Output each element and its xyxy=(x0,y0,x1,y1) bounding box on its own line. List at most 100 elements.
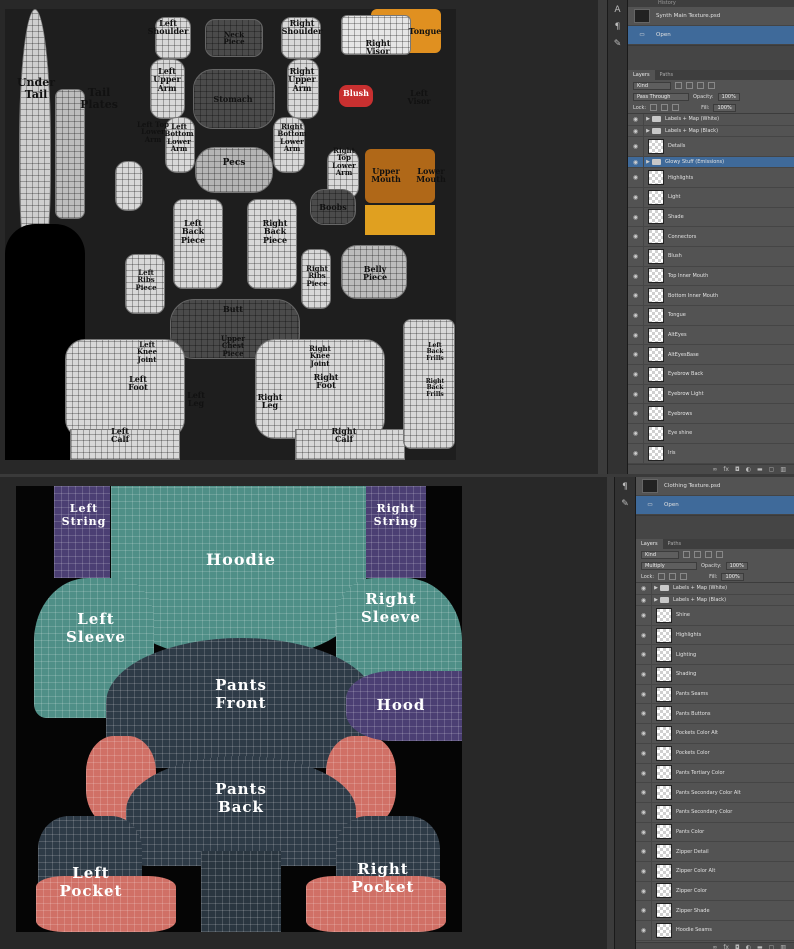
layer-row[interactable]: ◉ ▶ Labels + Map (Black) xyxy=(628,125,794,137)
visibility-eye-icon[interactable]: ◉ xyxy=(636,783,652,802)
tab-paths[interactable]: Paths xyxy=(655,70,679,80)
tab-paths[interactable]: Paths xyxy=(663,539,687,549)
pixel-filter-icon[interactable] xyxy=(683,551,690,558)
visibility-eye-icon[interactable]: ◉ xyxy=(636,724,652,743)
kind-filter-select[interactable]: Kind xyxy=(641,550,679,559)
mask-icon[interactable]: ◘ xyxy=(735,465,740,474)
layer-row[interactable]: ◉ Eyebrows xyxy=(628,404,794,425)
layer-row[interactable]: ◉ Pockets Color Alt xyxy=(636,724,794,744)
history-step-open[interactable]: ▭ Open xyxy=(628,26,794,45)
visibility-eye-icon[interactable]: ◉ xyxy=(636,743,652,763)
lock-all-icon[interactable] xyxy=(680,573,688,580)
lock-pixels-icon[interactable] xyxy=(650,104,658,111)
layer-row[interactable]: ◉ Bottom Inner Mouth xyxy=(628,286,794,306)
layer-row[interactable]: ◉ Light xyxy=(628,187,794,208)
layer-row[interactable]: ◉ Zipper Color Alt xyxy=(636,861,794,882)
panel-divider[interactable] xyxy=(607,477,614,949)
layer-row[interactable]: ◉ Lighting xyxy=(636,645,794,666)
visibility-eye-icon[interactable]: ◉ xyxy=(636,881,652,901)
paragraph-icon[interactable]: ¶ xyxy=(611,20,625,34)
visibility-eye-icon[interactable]: ◉ xyxy=(636,684,652,704)
visibility-eye-icon[interactable]: ◉ xyxy=(628,168,644,187)
visibility-eye-icon[interactable]: ◉ xyxy=(636,645,652,665)
layer-row[interactable]: ◉ Details xyxy=(628,137,794,157)
visibility-eye-icon[interactable]: ◉ xyxy=(628,443,644,463)
visibility-eye-icon[interactable]: ◉ xyxy=(628,137,644,156)
layer-row[interactable]: ◉ Shine xyxy=(636,606,794,626)
visibility-eye-icon[interactable]: ◉ xyxy=(628,384,644,404)
layer-row[interactable]: ◉ Shade xyxy=(628,207,794,228)
lock-pixels-icon[interactable] xyxy=(658,573,666,580)
layer-row[interactable]: ◉ Connectors xyxy=(628,227,794,247)
character-icon[interactable]: A xyxy=(611,3,625,17)
clothing-uv-canvas[interactable]: Left String Right String Hoodie Left Sle… xyxy=(16,486,462,932)
expand-arrow-icon[interactable]: ▶ xyxy=(644,128,652,134)
visibility-eye-icon[interactable]: ◉ xyxy=(636,842,652,861)
lock-position-icon[interactable] xyxy=(669,573,677,580)
visibility-eye-icon[interactable]: ◉ xyxy=(628,325,644,345)
layer-row[interactable]: ◉ ▶ Labels + Map (Black) xyxy=(636,594,794,606)
pixel-filter-icon[interactable] xyxy=(675,82,682,89)
layer-row[interactable]: ◉ Pants Secondary Color xyxy=(636,802,794,823)
layer-row[interactable]: ◉ Pants Seams xyxy=(636,684,794,705)
history-step-open[interactable]: ▭ Open xyxy=(636,496,794,515)
lock-all-icon[interactable] xyxy=(672,104,680,111)
layer-row[interactable]: ◉ AltEyesBase xyxy=(628,345,794,366)
visibility-eye-icon[interactable]: ◉ xyxy=(628,345,644,365)
visibility-eye-icon[interactable]: ◉ xyxy=(628,365,644,384)
trash-icon[interactable]: ▥ xyxy=(780,465,786,474)
layer-row[interactable]: ◉ Hoodie Seams xyxy=(636,921,794,941)
new-layer-icon[interactable]: ▢ xyxy=(769,465,775,474)
layer-row[interactable]: ◉ Pants Buttons xyxy=(636,704,794,725)
link-icon[interactable]: ∞ xyxy=(712,943,717,949)
visibility-eye-icon[interactable]: ◉ xyxy=(628,156,644,168)
visibility-eye-icon[interactable]: ◉ xyxy=(636,802,652,822)
brush-icon[interactable]: ✎ xyxy=(611,37,625,51)
layer-row[interactable]: ◉ Zipper Detail xyxy=(636,842,794,862)
new-group-icon[interactable]: ▬ xyxy=(757,465,763,474)
uv-map-canvas[interactable]: Under Tail Tail Plates Left Shoulder Nec… xyxy=(5,9,456,460)
opacity-input[interactable]: 100% xyxy=(725,561,748,570)
visibility-eye-icon[interactable]: ◉ xyxy=(636,822,652,842)
visibility-eye-icon[interactable]: ◉ xyxy=(636,901,652,920)
paragraph-icon[interactable]: ¶ xyxy=(618,480,632,494)
visibility-eye-icon[interactable]: ◉ xyxy=(628,404,644,424)
fx-icon[interactable]: fx xyxy=(723,943,729,949)
visibility-eye-icon[interactable]: ◉ xyxy=(636,665,652,684)
layer-row[interactable]: ◉ ▶ Glowy Stuff (Emissions) xyxy=(628,156,794,169)
lock-position-icon[interactable] xyxy=(661,104,669,111)
visibility-eye-icon[interactable]: ◉ xyxy=(636,763,652,783)
layer-row[interactable]: ◉ Pants Color xyxy=(636,822,794,843)
visibility-eye-icon[interactable]: ◉ xyxy=(636,625,652,645)
fill-input[interactable]: 100% xyxy=(713,103,736,112)
fill-input[interactable]: 100% xyxy=(721,572,744,581)
visibility-eye-icon[interactable]: ◉ xyxy=(628,187,644,207)
type-filter-icon[interactable] xyxy=(697,82,704,89)
layer-row[interactable]: ◉ Highlights xyxy=(636,625,794,646)
visibility-eye-icon[interactable]: ◉ xyxy=(628,286,644,305)
layer-row[interactable]: ◉ Top Inner Mouth xyxy=(628,266,794,287)
visibility-eye-icon[interactable]: ◉ xyxy=(636,583,652,594)
new-layer-icon[interactable]: ▢ xyxy=(769,943,775,949)
visibility-eye-icon[interactable]: ◉ xyxy=(628,227,644,246)
history-snapshot[interactable]: Clothing Texture.psd xyxy=(636,477,794,496)
link-icon[interactable]: ∞ xyxy=(712,465,717,474)
brush-icon[interactable]: ✎ xyxy=(618,497,632,511)
layer-row[interactable]: ◉ Highlights xyxy=(628,168,794,188)
layer-row[interactable]: ◉ Eye shine xyxy=(628,424,794,444)
layer-row[interactable]: ◉ Pants Secondary Color Alt xyxy=(636,783,794,803)
layer-row[interactable]: ◉ Pockets Color xyxy=(636,743,794,764)
layer-row[interactable]: ◉ Zipper Shade xyxy=(636,901,794,921)
adjustment-icon[interactable]: ◐ xyxy=(746,943,751,949)
expand-arrow-icon[interactable]: ▶ xyxy=(644,116,652,122)
visibility-eye-icon[interactable]: ◉ xyxy=(636,704,652,724)
tab-layers[interactable]: Layers xyxy=(636,539,663,549)
tab-layers[interactable]: Layers xyxy=(628,70,655,80)
layer-row[interactable]: ◉ Shading xyxy=(636,665,794,685)
kind-filter-select[interactable]: Kind xyxy=(633,81,671,90)
expand-arrow-icon[interactable]: ▶ xyxy=(652,597,660,603)
layer-row[interactable]: ◉ ▶ Labels + Map (White) xyxy=(628,114,794,126)
opacity-input[interactable]: 100% xyxy=(717,92,740,101)
adjust-filter-icon[interactable] xyxy=(686,82,693,89)
visibility-eye-icon[interactable]: ◉ xyxy=(628,266,644,286)
